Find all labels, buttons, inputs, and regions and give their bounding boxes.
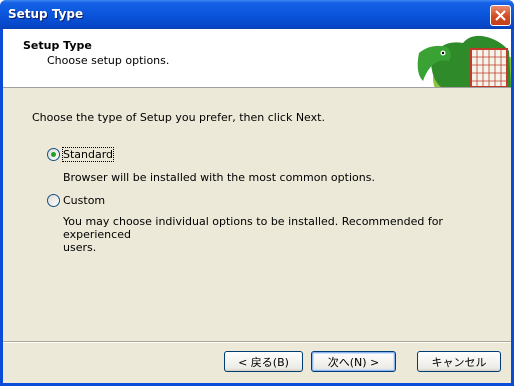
radio-selected-dot [51,152,56,157]
header-panel: Setup Type Choose setup options. [3,29,511,88]
radio-standard[interactable] [47,148,60,161]
option-custom[interactable]: Custom [47,194,105,207]
bottom-divider-highlight [3,342,511,343]
next-button[interactable]: 次へ(N) > [311,351,396,372]
option-standard-label[interactable]: Standard [61,147,115,162]
option-standard[interactable]: Standard [47,147,115,162]
window-title: Setup Type [8,7,84,21]
cancel-button[interactable]: キャンセル [417,351,501,372]
setup-window: Setup Type Setup Type Choose setup optio… [0,0,514,386]
intro-text: Choose the type of Setup you prefer, the… [32,111,325,124]
close-button[interactable] [490,5,511,26]
option-standard-description: Browser will be installed with the most … [63,171,375,184]
radio-custom[interactable] [47,194,60,207]
close-icon [495,10,506,21]
mozilla-logo-icon [417,35,511,87]
dialog-client: Setup Type Choose setup options. Choose … [3,29,511,383]
header-subtitle: Choose setup options. [47,54,170,67]
option-custom-description: You may choose individual options to be … [63,215,511,254]
option-custom-description-line2: users. [63,241,97,254]
header-title: Setup Type [23,39,92,52]
option-custom-label[interactable]: Custom [63,194,105,207]
title-bar[interactable]: Setup Type [0,0,514,29]
option-custom-description-line1: You may choose individual options to be … [63,215,443,241]
back-button[interactable]: < 戻る(B) [224,351,303,372]
